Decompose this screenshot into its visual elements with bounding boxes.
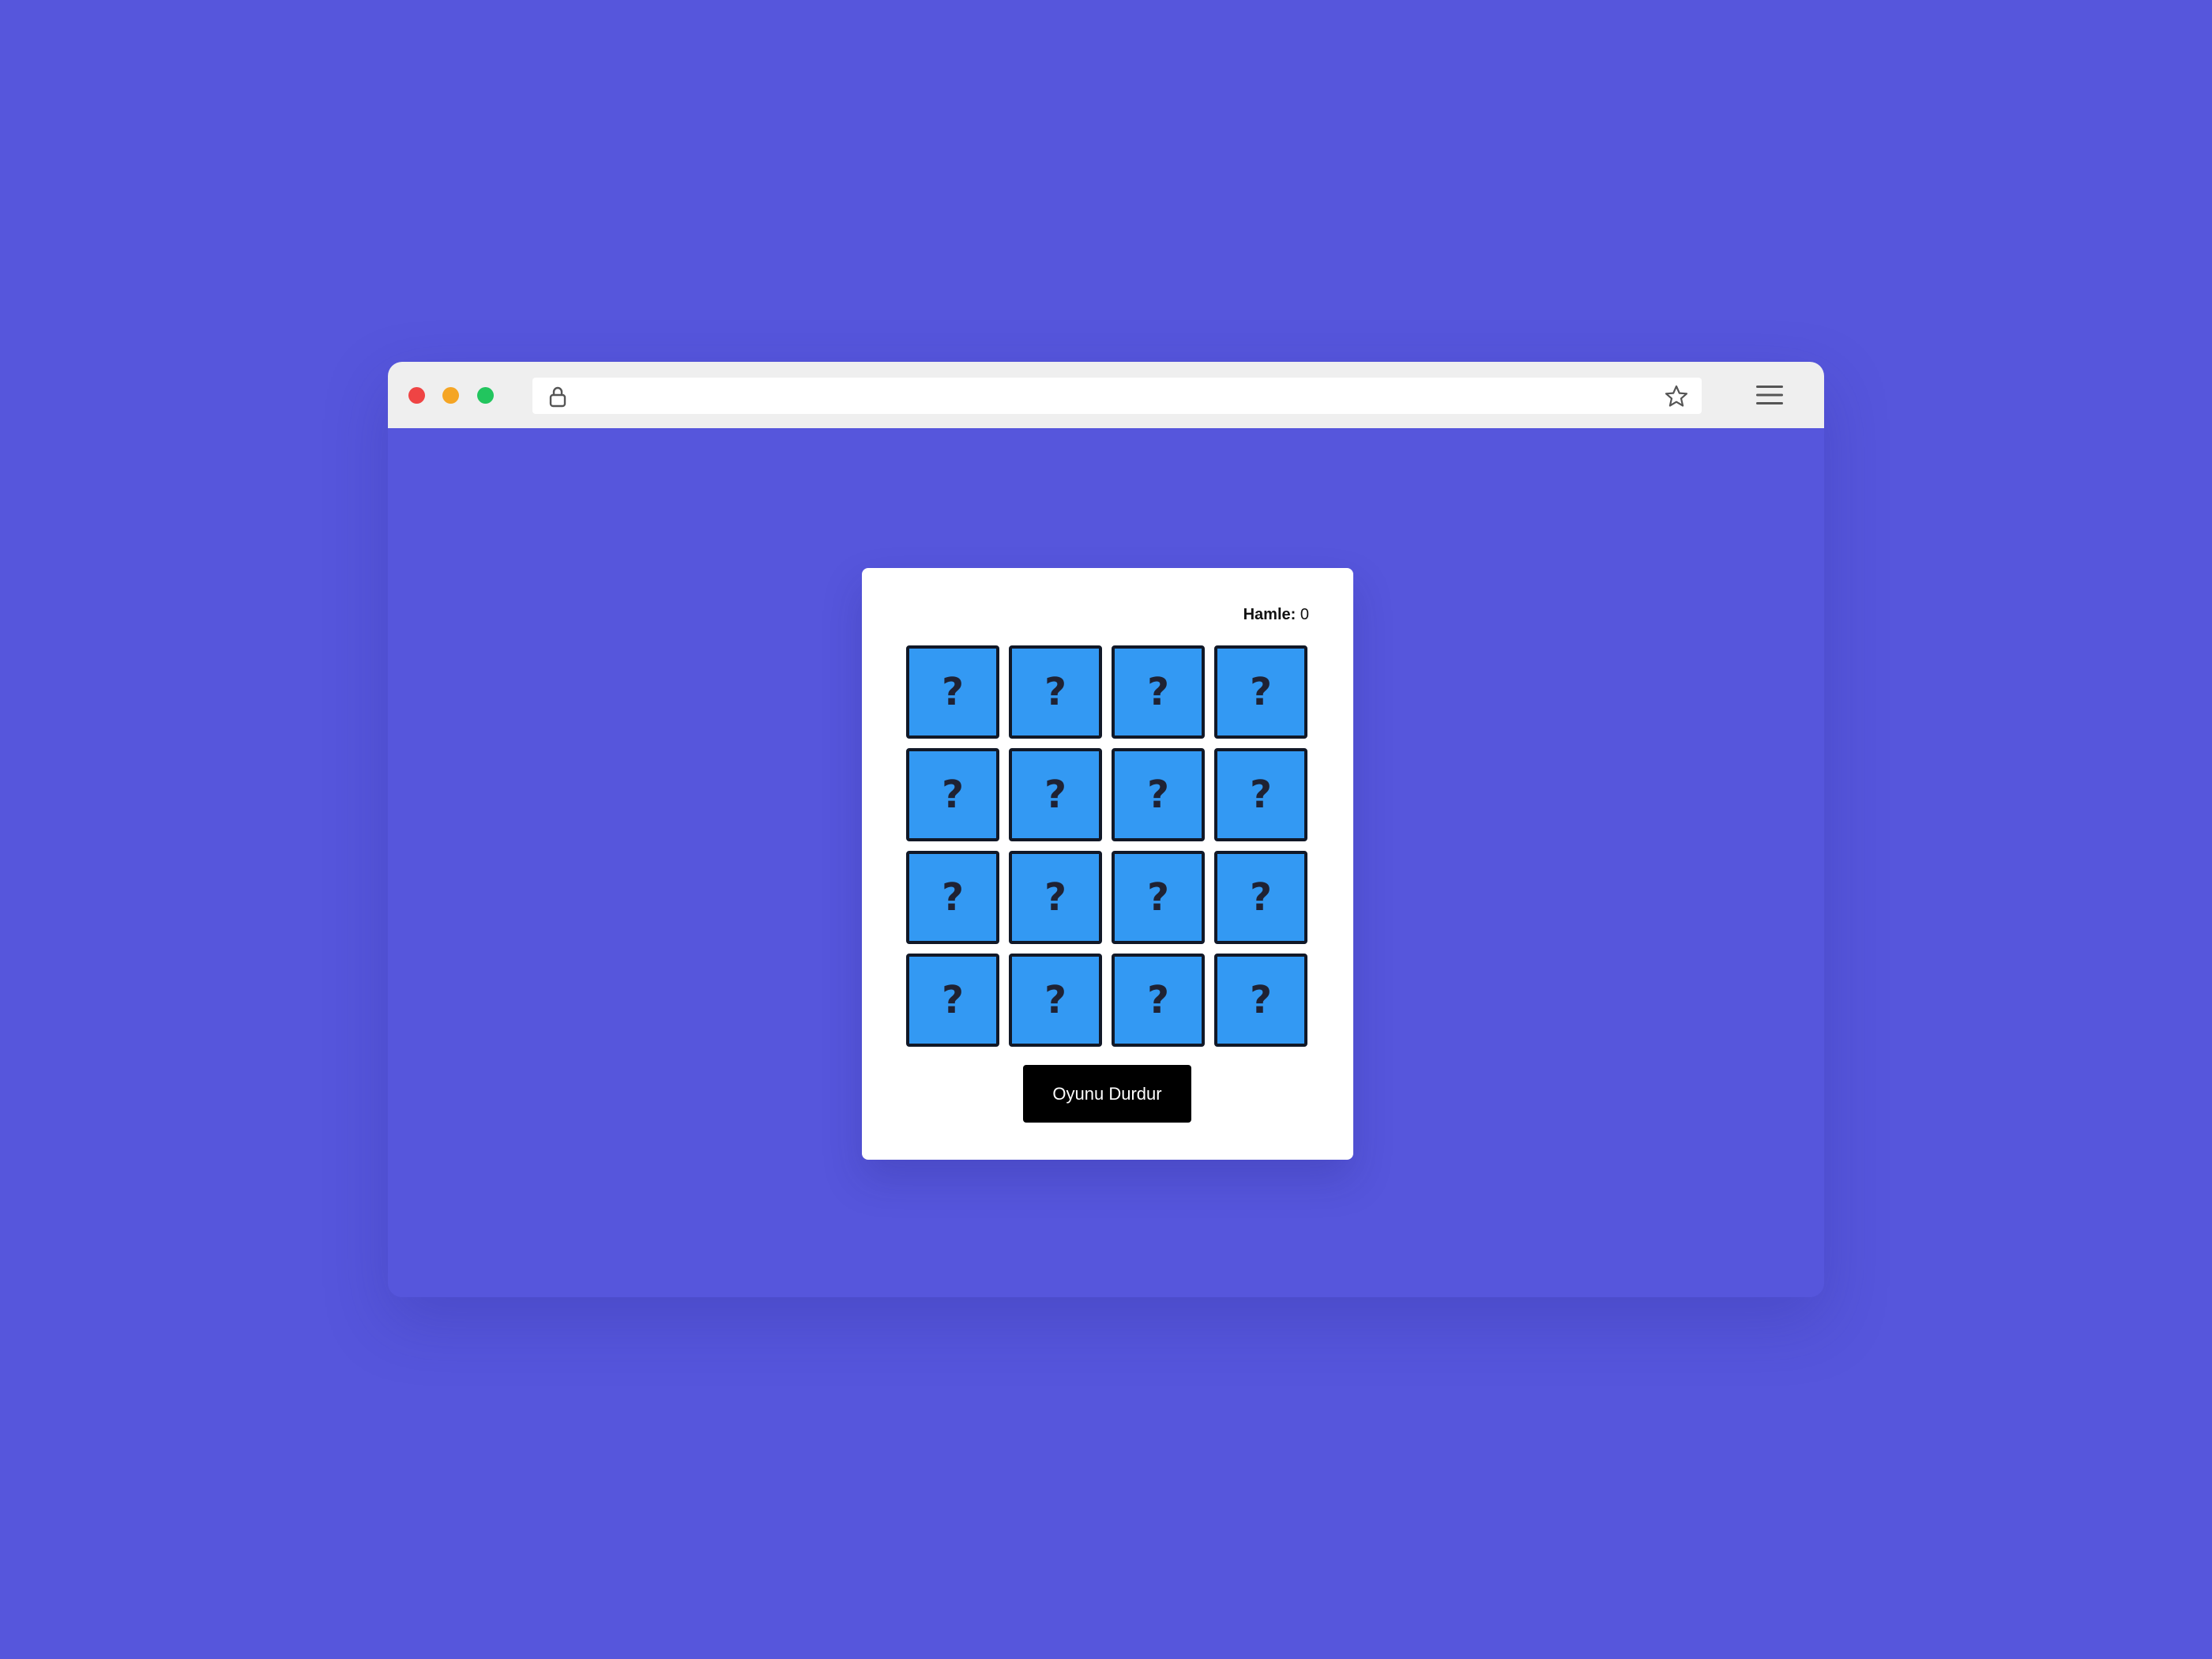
minimize-window-button[interactable]: [442, 387, 459, 404]
question-mark: ?: [1044, 670, 1066, 714]
moves-counter: Hamle: 0: [1243, 606, 1309, 624]
question-mark: ?: [942, 978, 964, 1022]
memory-tile[interactable]: ?: [1214, 748, 1307, 841]
lock-icon: [549, 386, 566, 408]
memory-tile[interactable]: ?: [1009, 954, 1102, 1047]
memory-tile[interactable]: ?: [1214, 954, 1307, 1047]
question-mark: ?: [942, 670, 964, 714]
question-mark: ?: [1250, 773, 1272, 817]
question-mark: ?: [1250, 978, 1272, 1022]
question-mark: ?: [1147, 875, 1169, 920]
question-mark: ?: [1147, 773, 1169, 817]
memory-tile[interactable]: ?: [906, 748, 999, 841]
question-mark: ?: [1044, 875, 1066, 920]
memory-tile[interactable]: ?: [906, 954, 999, 1047]
maximize-window-button[interactable]: [477, 387, 494, 404]
question-mark: ?: [942, 875, 964, 920]
question-mark: ?: [1147, 978, 1169, 1022]
stop-game-button[interactable]: Oyunu Durdur: [1023, 1065, 1191, 1123]
browser-titlebar: [388, 362, 1824, 428]
question-mark: ?: [1044, 978, 1066, 1022]
question-mark: ?: [1147, 670, 1169, 714]
game-card: Hamle: 0 ? ? ? ? ? ? ? ? ? ? ? ? ? ? ? ?…: [862, 568, 1353, 1160]
memory-tile[interactable]: ?: [906, 851, 999, 944]
memory-tile[interactable]: ?: [1009, 645, 1102, 739]
memory-tile[interactable]: ?: [1112, 748, 1205, 841]
memory-tile[interactable]: ?: [1112, 851, 1205, 944]
question-mark: ?: [1044, 773, 1066, 817]
memory-tile[interactable]: ?: [1009, 851, 1102, 944]
memory-tile[interactable]: ?: [1009, 748, 1102, 841]
memory-tile[interactable]: ?: [906, 645, 999, 739]
memory-tile[interactable]: ?: [1214, 851, 1307, 944]
moves-value: 0: [1300, 606, 1309, 623]
star-icon[interactable]: [1664, 384, 1689, 409]
close-window-button[interactable]: [408, 387, 425, 404]
memory-grid: ? ? ? ? ? ? ? ? ? ? ? ? ? ? ? ?: [906, 645, 1309, 1047]
memory-tile[interactable]: ?: [1214, 645, 1307, 739]
question-mark: ?: [942, 773, 964, 817]
memory-tile[interactable]: ?: [1112, 645, 1205, 739]
question-mark: ?: [1250, 875, 1272, 920]
moves-label: Hamle:: [1243, 606, 1296, 623]
address-bar[interactable]: [532, 378, 1702, 414]
question-mark: ?: [1250, 670, 1272, 714]
hamburger-menu-icon[interactable]: [1756, 384, 1783, 406]
memory-tile[interactable]: ?: [1112, 954, 1205, 1047]
